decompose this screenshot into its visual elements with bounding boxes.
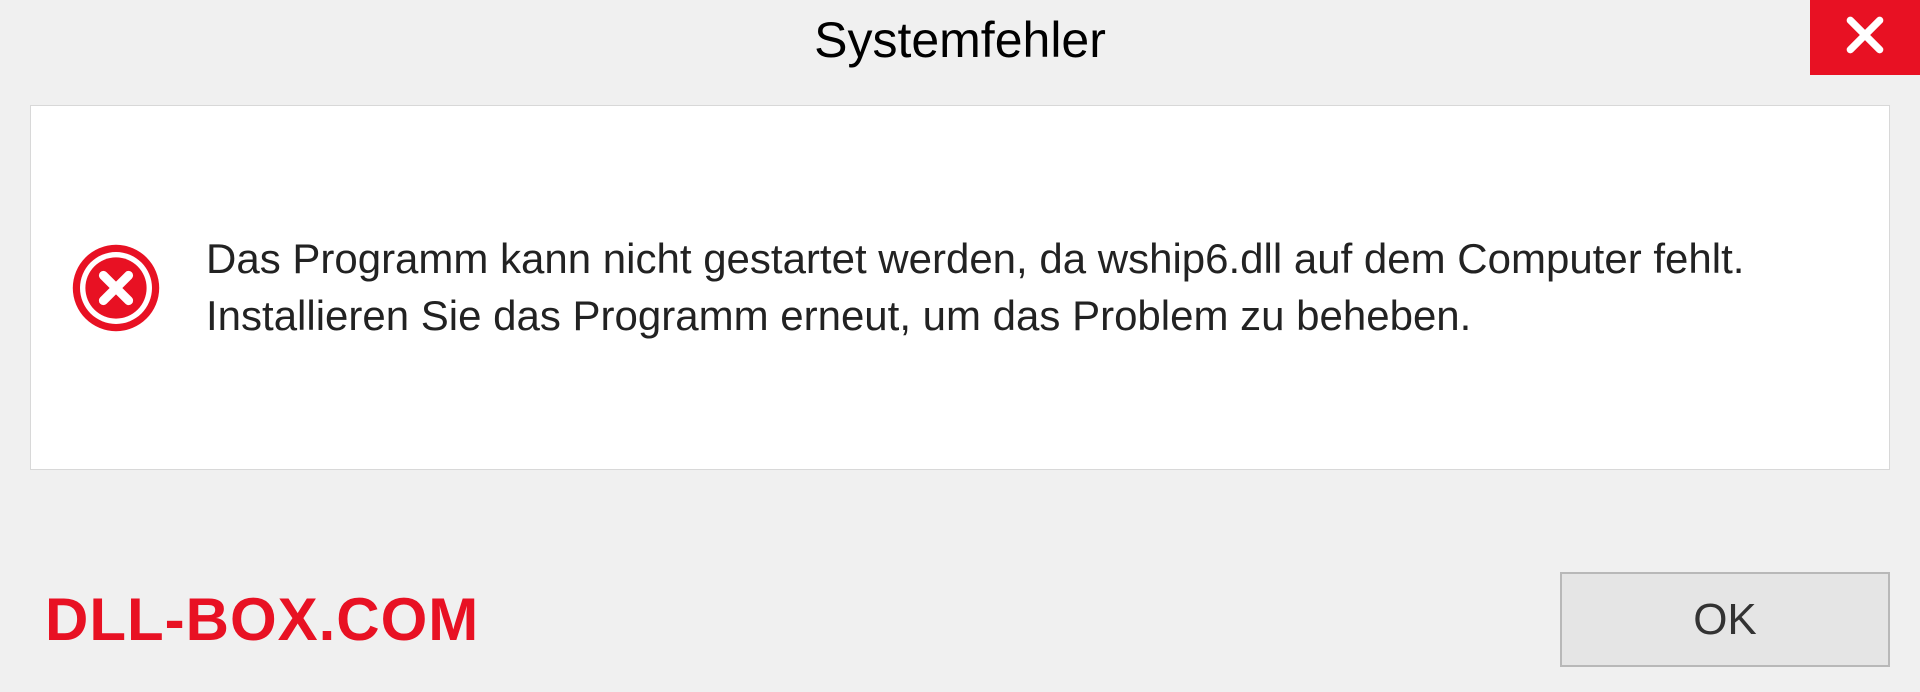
error-icon bbox=[71, 243, 161, 333]
title-bar: Systemfehler bbox=[0, 0, 1920, 80]
ok-button[interactable]: OK bbox=[1560, 572, 1890, 667]
dialog-title: Systemfehler bbox=[814, 11, 1106, 69]
dialog-footer: DLL-BOX.COM OK bbox=[0, 572, 1920, 667]
content-panel: Das Programm kann nicht gestartet werden… bbox=[30, 105, 1890, 470]
error-dialog: Systemfehler Das Programm kann nicht ges… bbox=[0, 0, 1920, 692]
close-button[interactable] bbox=[1810, 0, 1920, 75]
error-message: Das Programm kann nicht gestartet werden… bbox=[206, 231, 1849, 344]
watermark-text: DLL-BOX.COM bbox=[45, 585, 479, 654]
close-icon bbox=[1843, 13, 1887, 62]
